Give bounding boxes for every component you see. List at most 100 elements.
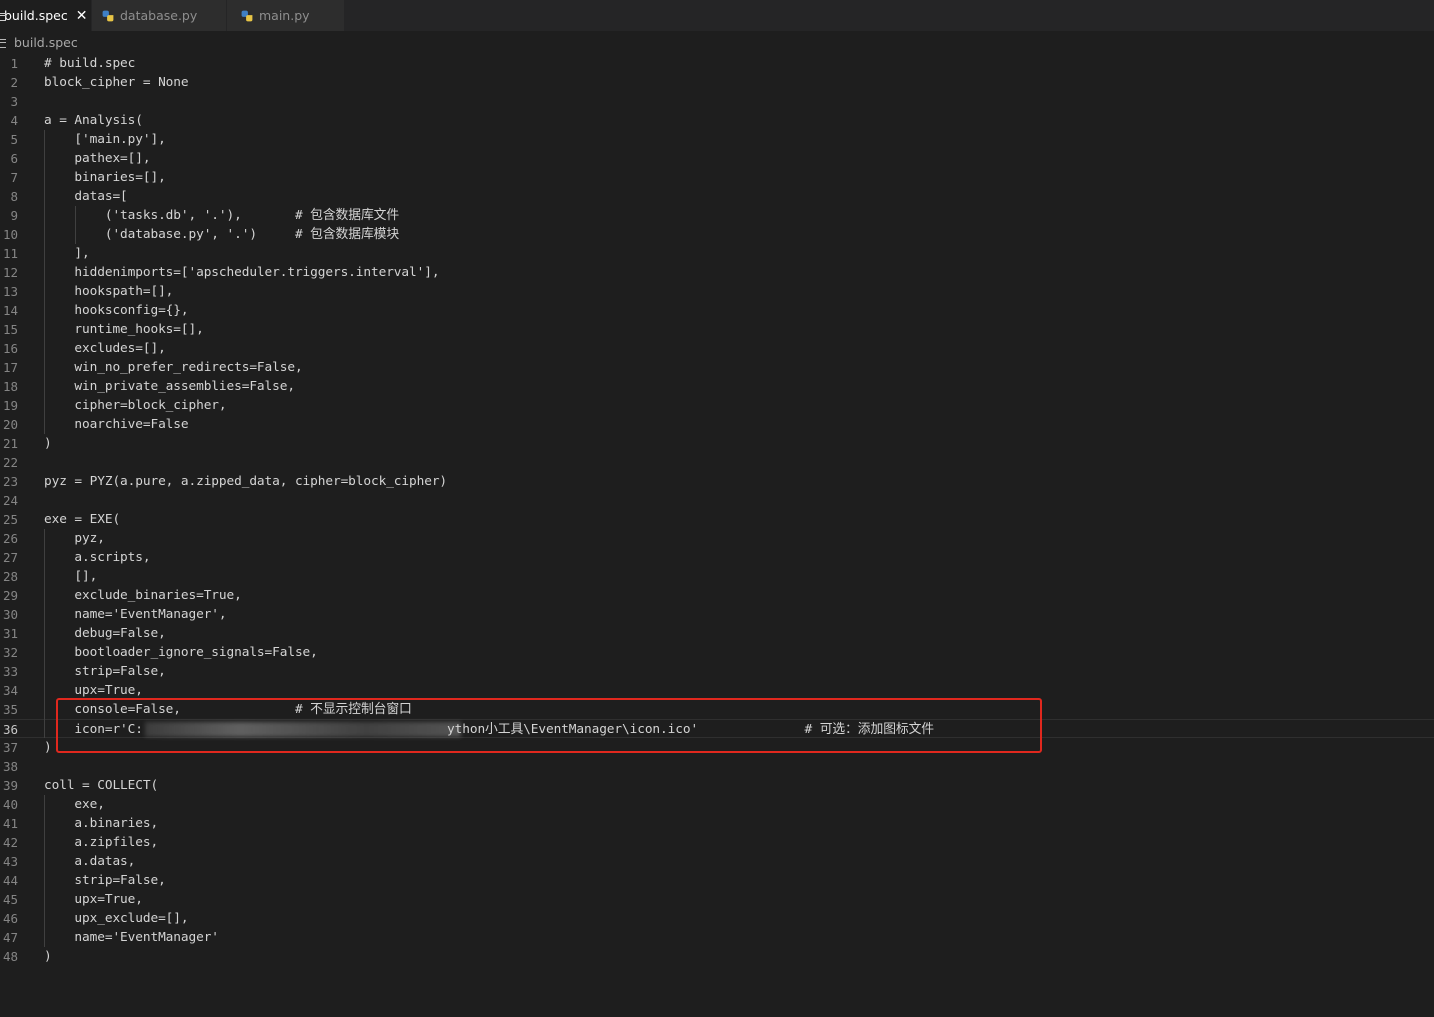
code-line[interactable]: 47 name='EventManager'	[0, 928, 1434, 947]
code-text[interactable]: a = Analysis(	[44, 111, 143, 130]
code-line[interactable]: 20 noarchive=False	[0, 415, 1434, 434]
code-text[interactable]: exe = EXE(	[44, 510, 120, 529]
code-text[interactable]: ['main.py'],	[44, 130, 165, 149]
code-text[interactable]: [],	[44, 567, 97, 586]
line-number: 14	[2, 303, 18, 318]
line-number: 8	[10, 189, 18, 204]
code-text[interactable]: pathex=[],	[44, 149, 150, 168]
code-text[interactable]: name='EventManager',	[44, 605, 226, 624]
code-line[interactable]: 46 upx_exclude=[],	[0, 909, 1434, 928]
code-text[interactable]: noarchive=False	[44, 415, 188, 434]
code-line[interactable]: 10 ('database.py', '.') # 包含数据库模块	[0, 225, 1434, 244]
code-line[interactable]: 18 win_private_assemblies=False,	[0, 377, 1434, 396]
code-line[interactable]: 21)	[0, 434, 1434, 453]
code-text[interactable]: runtime_hooks=[],	[44, 320, 203, 339]
code-line[interactable]: 6 pathex=[],	[0, 149, 1434, 168]
code-line[interactable]: 4 a = Analysis(	[0, 111, 1434, 130]
code-line[interactable]: 44 strip=False,	[0, 871, 1434, 890]
line-number: 44	[2, 873, 18, 888]
code-line[interactable]: 39 coll = COLLECT(	[0, 776, 1434, 795]
code-text[interactable]: win_private_assemblies=False,	[44, 377, 295, 396]
close-icon[interactable]: ✕	[76, 9, 88, 23]
code-line[interactable]: 15 runtime_hooks=[],	[0, 320, 1434, 339]
code-text[interactable]: block_cipher = None	[44, 73, 189, 92]
tab-database-py[interactable]: database.py	[92, 0, 227, 31]
code-text[interactable]: )	[44, 434, 52, 453]
tab-main-py[interactable]: main.py	[227, 0, 345, 31]
code-text[interactable]: exe,	[44, 795, 105, 814]
code-text[interactable]: bootloader_ignore_signals=False,	[44, 643, 317, 662]
code-text[interactable]: upx_exclude=[],	[44, 909, 188, 928]
code-text[interactable]: ('tasks.db', '.'), # 包含数据库文件	[44, 206, 399, 225]
code-line[interactable]: 41 a.binaries,	[0, 814, 1434, 833]
code-text[interactable]: exclude_binaries=True,	[44, 586, 241, 605]
code-editor[interactable]: 1 # build.spec 2 block_cipher = None 3 4 a = A…	[0, 54, 1434, 1017]
code-text[interactable]: pyz = PYZ(a.pure, a.zipped_data, cipher=…	[44, 472, 447, 491]
indent-guide	[44, 795, 45, 947]
line-number: 47	[2, 930, 18, 945]
code-text[interactable]: hooksconfig={},	[44, 301, 188, 320]
breadcrumb-file[interactable]: build.spec	[14, 35, 78, 50]
code-line[interactable]: 32 bootloader_ignore_signals=False,	[0, 643, 1434, 662]
code-line[interactable]: 45 upx=True,	[0, 890, 1434, 909]
line-number: 6	[10, 151, 18, 166]
code-text[interactable]: hiddenimports=['apscheduler.triggers.int…	[44, 263, 439, 282]
code-text[interactable]: # build.spec	[44, 54, 135, 73]
code-text[interactable]: pyz,	[44, 529, 105, 548]
code-text[interactable]: strip=False,	[44, 662, 165, 681]
code-text[interactable]: hookspath=[],	[44, 282, 173, 301]
code-line[interactable]: 9 ('tasks.db', '.'), # 包含数据库文件	[0, 206, 1434, 225]
code-line[interactable]: 1 # build.spec	[0, 54, 1434, 73]
line-number: 25	[2, 512, 18, 527]
code-line[interactable]: 23 pyz = PYZ(a.pure, a.zipped_data, ciphe…	[0, 472, 1434, 491]
code-line[interactable]: 11 ],	[0, 244, 1434, 263]
code-line[interactable]: 30 name='EventManager',	[0, 605, 1434, 624]
code-text[interactable]: ('database.py', '.') # 包含数据库模块	[44, 225, 399, 244]
code-line[interactable]: 22	[0, 453, 1434, 472]
code-line[interactable]: 17 win_no_prefer_redirects=False,	[0, 358, 1434, 377]
code-line[interactable]: 48)	[0, 947, 1434, 966]
code-line[interactable]: 31 debug=False,	[0, 624, 1434, 643]
code-text[interactable]: ],	[44, 244, 89, 263]
code-text[interactable]: a.scripts,	[44, 548, 150, 567]
code-line[interactable]: 40 exe,	[0, 795, 1434, 814]
line-number: 3	[10, 94, 18, 109]
code-line[interactable]: 12 hiddenimports=['apscheduler.triggers.…	[0, 263, 1434, 282]
code-text[interactable]: debug=False,	[44, 624, 165, 643]
code-text[interactable]: win_no_prefer_redirects=False,	[44, 358, 302, 377]
code-line[interactable]: 42 a.zipfiles,	[0, 833, 1434, 852]
code-text[interactable]: a.zipfiles,	[44, 833, 158, 852]
line-number: 34	[2, 683, 18, 698]
code-line[interactable]: 13 hookspath=[],	[0, 282, 1434, 301]
code-text[interactable]: strip=False,	[44, 871, 165, 890]
code-line[interactable]: 26 pyz,	[0, 529, 1434, 548]
code-line[interactable]: 38	[0, 757, 1434, 776]
code-text[interactable]: binaries=[],	[44, 168, 165, 187]
code-line[interactable]: 43 a.datas,	[0, 852, 1434, 871]
code-line[interactable]: 16 excludes=[],	[0, 339, 1434, 358]
code-line[interactable]: 8 datas=[	[0, 187, 1434, 206]
code-text[interactable]: name='EventManager'	[44, 928, 219, 947]
code-line[interactable]: 5 ['main.py'],	[0, 130, 1434, 149]
code-text[interactable]: a.datas,	[44, 852, 135, 871]
code-text[interactable]: )	[44, 738, 52, 757]
code-text[interactable]: datas=[	[44, 187, 127, 206]
code-line[interactable]: 3	[0, 92, 1434, 111]
code-line[interactable]: 24	[0, 491, 1434, 510]
code-line[interactable]: 7 binaries=[],	[0, 168, 1434, 187]
code-line[interactable]: 19 cipher=block_cipher,	[0, 396, 1434, 415]
code-line[interactable]: 33 strip=False,	[0, 662, 1434, 681]
code-text[interactable]: cipher=block_cipher,	[44, 396, 226, 415]
code-line[interactable]: 2 block_cipher = None	[0, 73, 1434, 92]
code-text[interactable]: upx=True,	[44, 890, 143, 909]
code-text[interactable]: a.binaries,	[44, 814, 158, 833]
code-text[interactable]: excludes=[],	[44, 339, 165, 358]
code-text[interactable]: coll = COLLECT(	[44, 776, 158, 795]
code-text[interactable]: )	[44, 947, 52, 966]
code-line[interactable]: 29 exclude_binaries=True,	[0, 586, 1434, 605]
tab-build-spec[interactable]: build.spec ✕	[0, 0, 92, 31]
code-line[interactable]: 27 a.scripts,	[0, 548, 1434, 567]
code-line[interactable]: 14 hooksconfig={},	[0, 301, 1434, 320]
code-line[interactable]: 25 exe = EXE(	[0, 510, 1434, 529]
code-line[interactable]: 28 [],	[0, 567, 1434, 586]
